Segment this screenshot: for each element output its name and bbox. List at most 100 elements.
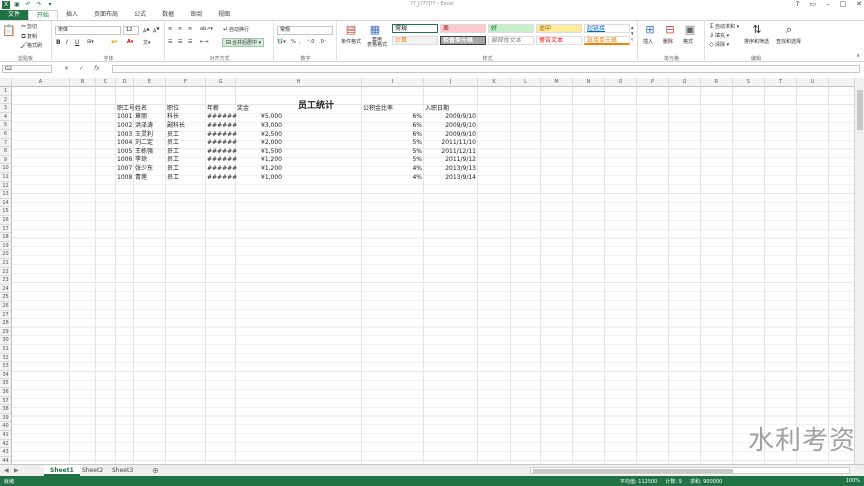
table-header-cell[interactable]: 年薪 <box>207 105 234 112</box>
style-warning[interactable]: 警告文本 <box>536 36 582 45</box>
conditional-format-icon[interactable]: ▤ <box>344 23 358 37</box>
row-header-13[interactable]: 13 <box>0 190 11 199</box>
table-data-cell[interactable]: 王灵利 <box>135 131 164 138</box>
vertical-scroll-thumb[interactable] <box>857 90 863 130</box>
align-bottom-icon[interactable]: ≡ <box>188 26 192 32</box>
table-data-cell[interactable]: 1007 <box>117 165 132 172</box>
column-header-f[interactable]: F <box>166 78 206 87</box>
row-header-29[interactable]: 29 <box>0 328 11 337</box>
table-data-cell[interactable]: 洪泽涛 <box>135 122 164 129</box>
table-data-cell[interactable]: 2011/12/11 <box>425 148 476 155</box>
row-header-34[interactable]: 34 <box>0 371 11 380</box>
row-header-42[interactable]: 42 <box>0 440 11 449</box>
style-check-cell[interactable]: 检查单元格 <box>440 36 486 45</box>
column-header-s[interactable]: S <box>733 78 765 87</box>
table-data-cell[interactable]: 5% <box>363 156 422 163</box>
maximize-icon[interactable]: □ <box>840 0 847 8</box>
column-header-l[interactable]: L <box>511 78 541 87</box>
phonetic-icon[interactable]: 文▾ <box>143 39 151 46</box>
table-data-cell[interactable]: ###### <box>207 113 237 120</box>
table-data-cell[interactable]: ¥1,200 <box>261 165 360 172</box>
increase-decimal-icon[interactable]: ⁺.0 <box>307 39 314 45</box>
table-data-cell[interactable]: ###### <box>207 174 237 181</box>
table-header-cell[interactable]: 职位 <box>167 105 204 112</box>
table-data-cell[interactable]: 1006 <box>117 156 132 163</box>
align-top-icon[interactable]: ≡ <box>168 26 172 32</box>
tab-view[interactable]: 视图 <box>210 10 238 20</box>
sort-filter-icon[interactable]: ⇅ <box>750 23 764 37</box>
sort-filter-label[interactable]: 排序和筛选 <box>744 38 769 45</box>
format-as-table-icon[interactable]: ▦ <box>368 23 382 37</box>
minimize-icon[interactable]: – <box>826 0 830 8</box>
column-header-p[interactable]: P <box>637 78 669 87</box>
row-header-6[interactable]: 6 <box>0 130 11 139</box>
tab-home[interactable]: 开始 <box>28 10 59 20</box>
style-explanatory[interactable]: 解释性文本 <box>488 36 534 45</box>
percent-button[interactable]: % <box>291 39 296 45</box>
style-neutral[interactable]: 适中 <box>536 24 582 33</box>
table-data-cell[interactable]: 王栋强 <box>135 148 164 155</box>
row-header-38[interactable]: 38 <box>0 405 11 414</box>
column-header-a[interactable]: A <box>12 78 70 87</box>
table-data-cell[interactable]: ¥1,500 <box>261 148 360 155</box>
table-data-cell[interactable]: 4% <box>363 165 422 172</box>
row-header-40[interactable]: 40 <box>0 422 11 431</box>
row-header-8[interactable]: 8 <box>0 147 11 156</box>
row-header-21[interactable]: 21 <box>0 259 11 268</box>
row-header-12[interactable]: 12 <box>0 182 11 191</box>
table-data-cell[interactable]: ###### <box>207 165 237 172</box>
style-normal[interactable]: 常规 <box>392 24 438 33</box>
table-data-cell[interactable]: 5% <box>363 148 422 155</box>
tab-formulas[interactable]: 公式 <box>126 10 154 20</box>
row-header-9[interactable]: 9 <box>0 156 11 165</box>
row-header-5[interactable]: 5 <box>0 121 11 130</box>
clear-button[interactable]: ◇清除 ▾ <box>708 41 729 48</box>
column-header-r[interactable]: R <box>701 78 733 87</box>
column-header-n[interactable]: N <box>573 78 605 87</box>
table-header-cell[interactable]: 公积金比率 <box>363 105 422 112</box>
insert-cells-icon[interactable]: ⊞ <box>643 23 657 37</box>
tab-insert[interactable]: 插入 <box>58 10 86 20</box>
table-data-cell[interactable]: 1001 <box>117 113 132 120</box>
styles-scroll-icon[interactable]: ▴ ▾ ▿ <box>631 25 634 43</box>
row-header-10[interactable]: 10 <box>0 164 11 173</box>
prev-sheet-icon[interactable]: ◀ <box>4 467 9 474</box>
row-header-37[interactable]: 37 <box>0 397 11 406</box>
column-header-t[interactable]: T <box>765 78 797 87</box>
collapse-ribbon-icon[interactable]: ∧ <box>856 53 860 59</box>
tab-page-layout[interactable]: 页面布局 <box>86 10 126 20</box>
table-data-cell[interactable]: 2009/9/10 <box>425 113 476 120</box>
column-header-g[interactable]: G <box>206 78 236 87</box>
delete-cells-icon[interactable]: ⊟ <box>663 23 677 37</box>
wrap-text-button[interactable]: ↵自动换行 <box>222 26 249 33</box>
row-header-27[interactable]: 27 <box>0 311 11 320</box>
column-header-o[interactable]: O <box>605 78 637 87</box>
row-header-39[interactable]: 39 <box>0 414 11 423</box>
column-header-u[interactable]: U <box>797 78 829 87</box>
row-header-11[interactable]: 11 <box>0 173 11 182</box>
merge-center-button[interactable]: ⊟合并后居中 ▾ <box>222 38 265 47</box>
row-header-23[interactable]: 23 <box>0 276 11 285</box>
table-data-cell[interactable]: 6% <box>363 113 422 120</box>
font-color-icon[interactable]: A▾ <box>127 39 133 45</box>
row-header-24[interactable]: 24 <box>0 285 11 294</box>
table-data-cell[interactable]: 员工 <box>167 148 204 155</box>
row-header-14[interactable]: 14 <box>0 199 11 208</box>
table-data-cell[interactable]: 1002 <box>117 122 132 129</box>
row-header-25[interactable]: 25 <box>0 293 11 302</box>
row-header-30[interactable]: 30 <box>0 336 11 345</box>
name-box[interactable]: G2 <box>2 65 52 73</box>
table-data-cell[interactable]: 科长 <box>167 113 204 120</box>
table-data-cell[interactable]: 2009/9/10 <box>425 122 476 129</box>
table-data-cell[interactable]: 6% <box>363 131 422 138</box>
row-header-35[interactable]: 35 <box>0 379 11 388</box>
table-data-cell[interactable]: 2013/9/14 <box>425 174 476 181</box>
cut-button[interactable]: ✂剪切 <box>20 23 37 30</box>
table-data-cell[interactable]: 员工 <box>167 131 204 138</box>
table-data-cell[interactable]: ¥5,000 <box>261 113 360 120</box>
column-header-b[interactable]: B <box>70 78 96 87</box>
table-data-cell[interactable]: 青莲 <box>135 174 164 181</box>
column-header-j[interactable]: J <box>424 78 478 87</box>
column-header-q[interactable]: Q <box>669 78 701 87</box>
table-data-cell[interactable]: 5% <box>363 139 422 146</box>
